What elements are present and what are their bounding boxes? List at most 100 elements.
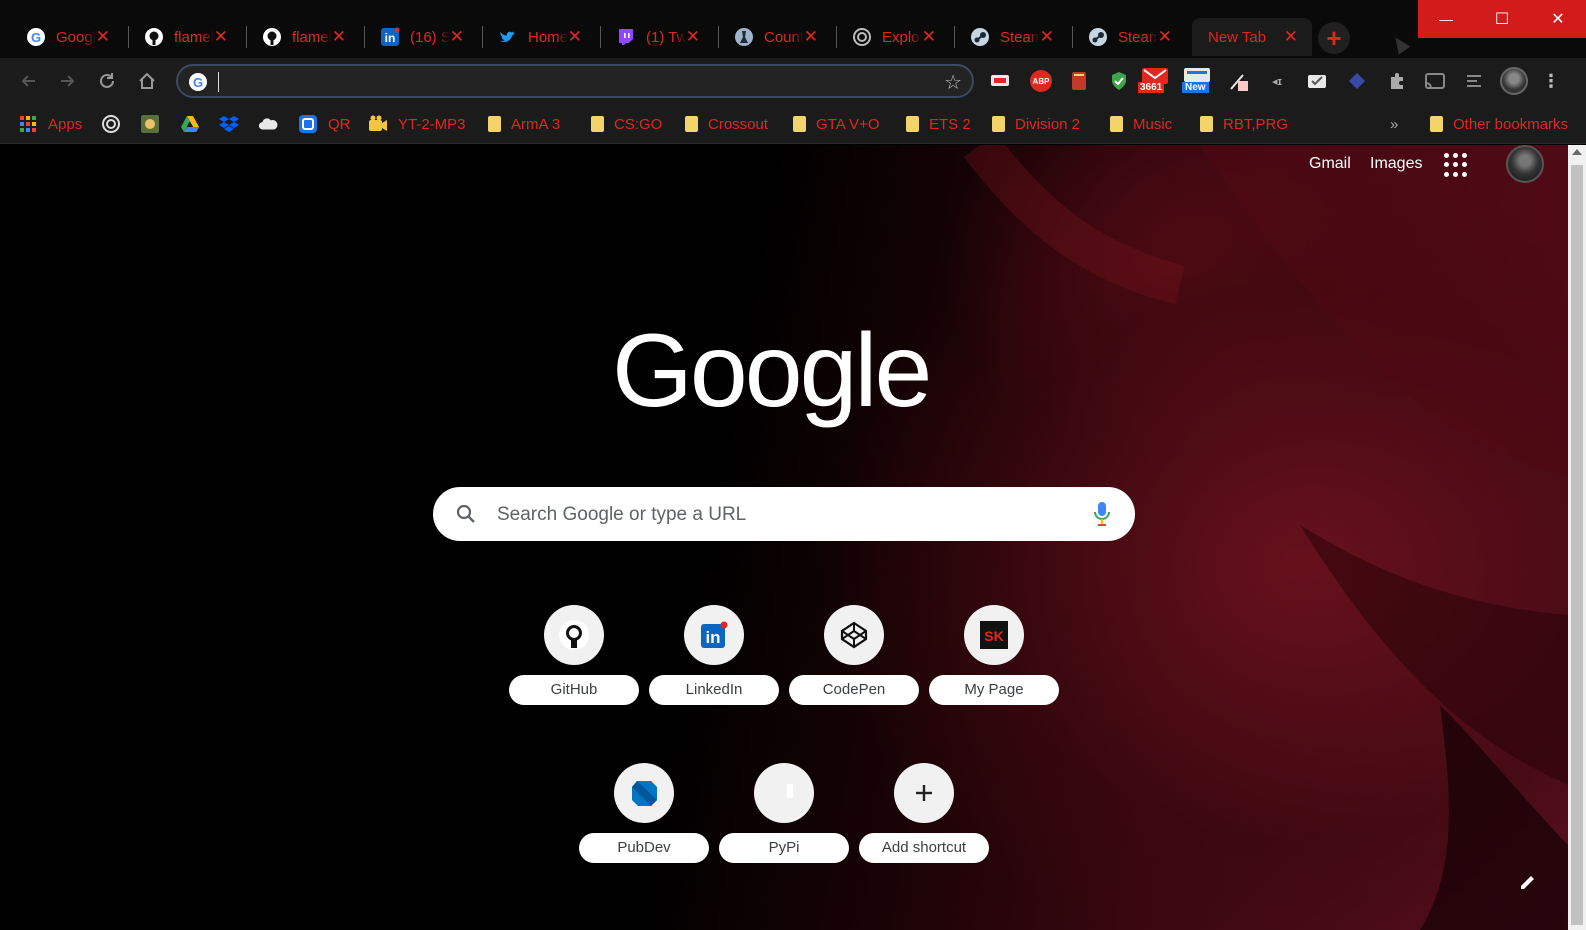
tab-new-tab[interactable]: New Tab ✕ [1192, 18, 1312, 56]
bookmark-apps[interactable]: Apps [18, 112, 82, 136]
bookmark-folder-ets2[interactable]: ETS 2 [906, 112, 971, 136]
tab-steam-2[interactable]: Steam ✕ [1074, 18, 1186, 56]
forward-arrow-icon [61, 75, 75, 87]
bookmark-folder-csgo[interactable]: CS:GO [591, 112, 662, 136]
shield-icon[interactable] [1108, 70, 1130, 92]
reload-button[interactable] [94, 68, 120, 94]
cast-icon[interactable] [1424, 70, 1446, 92]
microphone-icon[interactable] [1093, 500, 1111, 533]
profile-avatar[interactable] [1500, 67, 1528, 95]
bookmark-uplay[interactable] [101, 112, 121, 136]
mouse-cursor-icon [1389, 33, 1411, 55]
gmail-checker-icon[interactable]: 3661 [1138, 68, 1172, 93]
bookmark-folder-arma3[interactable]: ArmA 3 [488, 112, 560, 136]
color-picker-icon[interactable] [1228, 70, 1250, 92]
bookmark-google-drive[interactable] [180, 112, 200, 136]
tab-close-icon[interactable]: ✕ [804, 27, 818, 47]
bookmark-cloud[interactable] [258, 112, 278, 136]
shortcut-github[interactable]: GitHub [509, 605, 639, 705]
layers-extension-icon[interactable] [1346, 70, 1368, 92]
gmail-link[interactable]: Gmail [1309, 155, 1351, 173]
shortcut-linkedin[interactable]: in LinkedIn [649, 605, 779, 705]
tab-separator [128, 26, 129, 48]
extension-book-icon[interactable] [1068, 70, 1090, 92]
tab-close-icon[interactable]: ✕ [686, 27, 700, 47]
vertical-scrollbar[interactable] [1568, 145, 1586, 930]
menu-kebab-icon[interactable]: ⋮ [1540, 70, 1562, 92]
tab-counter-strike[interactable]: Counter-Strike ✕ [720, 18, 832, 56]
bookmark-folder-gta[interactable]: GTA V+O [793, 112, 880, 136]
shortcut-my-page[interactable]: SK My Page [929, 605, 1059, 705]
bookmark-dropbox[interactable] [219, 112, 239, 136]
scrollbar-thumb[interactable] [1571, 165, 1583, 925]
audio-extension-icon[interactable]: ◂ɪ [1266, 70, 1288, 92]
add-shortcut-button[interactable]: Add shortcut [859, 763, 989, 863]
tab-close-icon[interactable]: ✕ [214, 27, 228, 47]
tab-close-icon[interactable]: ✕ [1158, 27, 1172, 47]
minimize-button[interactable]: — [1418, 0, 1474, 38]
google-drive-icon [180, 114, 200, 134]
bookmark-qr[interactable]: QR [298, 112, 351, 136]
tab-close-icon[interactable]: ✕ [1040, 27, 1054, 47]
twitter-icon [498, 27, 518, 47]
shortcut-pubdev[interactable]: PubDev [579, 763, 709, 863]
shortcut-pypi[interactable]: PyPi [719, 763, 849, 863]
tab-twitch[interactable]: (1) Twitch ✕ [602, 18, 714, 56]
tab-close-icon[interactable]: ✕ [922, 27, 936, 47]
bookmark-folder-crossout[interactable]: Crossout [685, 112, 768, 136]
back-button[interactable] [16, 68, 42, 94]
close-window-button[interactable]: ✕ [1530, 0, 1586, 38]
svg-text:G: G [31, 30, 41, 45]
github-icon [144, 27, 164, 47]
bookmark-folder-music[interactable]: Music [1110, 112, 1172, 136]
maximize-button[interactable]: ☐ [1474, 0, 1530, 38]
home-button[interactable] [134, 68, 160, 94]
images-link[interactable]: Images [1370, 155, 1422, 173]
address-bar[interactable]: G ☆ [176, 64, 974, 98]
other-bookmarks[interactable]: Other bookmarks [1430, 112, 1568, 136]
mail-check-icon[interactable] [1306, 70, 1328, 92]
tab-steam-1[interactable]: Steam ✕ [956, 18, 1068, 56]
extension-cast-screen-icon[interactable] [990, 70, 1012, 92]
game-icon [140, 114, 160, 134]
new-tab-button[interactable]: + [1318, 22, 1350, 54]
twitch-icon [616, 27, 636, 47]
search-box[interactable] [433, 487, 1135, 541]
extension-news-icon[interactable]: New [1180, 68, 1214, 93]
shortcut-codepen[interactable]: CodePen [789, 605, 919, 705]
dart-icon [614, 763, 674, 823]
tab-linkedin[interactable]: in (16) Sachin ✕ [366, 18, 478, 56]
search-input[interactable] [497, 501, 1057, 529]
tab-twitter[interactable]: Home ✕ [484, 18, 596, 56]
pypi-icon [754, 763, 814, 823]
tab-github-2[interactable]: flameboy ✕ [248, 18, 360, 56]
tab-separator [482, 26, 483, 48]
bookmark-folder-rbt-prg[interactable]: RBT,PRG [1200, 112, 1288, 136]
bookmarks-overflow-chevron-icon[interactable]: » [1390, 112, 1398, 136]
bookmark-game[interactable] [140, 112, 160, 136]
google-apps-icon[interactable] [1444, 153, 1468, 177]
folder-icon [906, 116, 919, 132]
tab-close-icon[interactable]: ✕ [332, 27, 346, 47]
scroll-up-arrow-icon[interactable] [1572, 149, 1582, 155]
tab-close-icon[interactable]: ✕ [1284, 27, 1298, 47]
bookmark-yt2mp3[interactable]: YT-2-MP3 [368, 112, 466, 136]
tab-github-1[interactable]: flameboy ✕ [130, 18, 242, 56]
tab-close-icon[interactable]: ✕ [96, 27, 110, 47]
customize-pencil-icon[interactable] [1518, 872, 1538, 897]
account-avatar[interactable] [1506, 145, 1544, 183]
tab-close-icon[interactable]: ✕ [568, 27, 582, 47]
tab-title: flameboy [174, 28, 214, 46]
address-input[interactable] [222, 70, 912, 94]
bookmark-folder-division2[interactable]: Division 2 [992, 112, 1080, 136]
bookmark-star-icon[interactable]: ☆ [944, 70, 962, 95]
tab-title: (1) Twitch [646, 28, 686, 46]
tab-explore[interactable]: Explore ✕ [838, 18, 950, 56]
tab-google[interactable]: G Google ✕ [12, 18, 124, 56]
tab-close-icon[interactable]: ✕ [450, 27, 464, 47]
adblock-plus-icon[interactable]: ABP [1030, 70, 1052, 92]
extensions-puzzle-icon[interactable] [1386, 70, 1408, 92]
reading-list-icon[interactable] [1464, 70, 1486, 92]
forward-button[interactable] [54, 68, 80, 94]
github-icon [262, 27, 282, 47]
